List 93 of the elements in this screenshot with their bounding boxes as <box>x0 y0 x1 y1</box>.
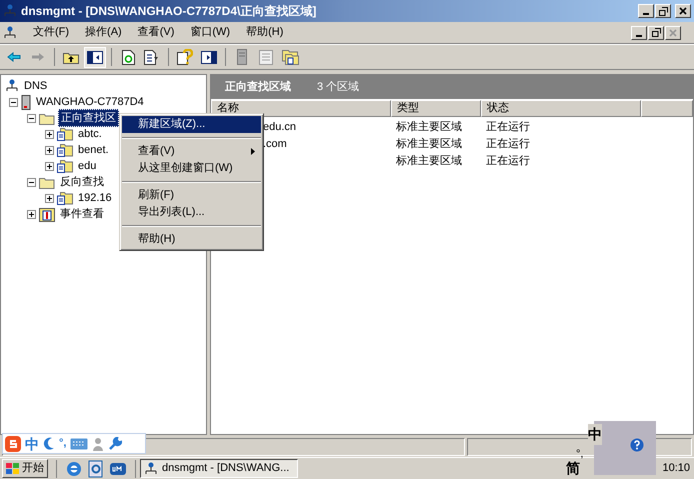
minimize-button[interactable] <box>631 26 647 40</box>
network-icon <box>144 462 158 476</box>
wrench-icon[interactable] <box>108 436 122 450</box>
expand-box[interactable] <box>45 194 54 202</box>
server-icon <box>237 49 247 65</box>
keyboard-icon[interactable] <box>70 438 88 450</box>
restore-button[interactable] <box>655 4 671 18</box>
tree-item[interactable]: WANGHAO-C7787D4 <box>34 94 146 110</box>
network-icon <box>3 4 17 18</box>
folders-icon <box>282 49 298 65</box>
tray-mode-label[interactable]: 中 <box>588 424 602 445</box>
folder-icon <box>39 176 55 188</box>
tree-item[interactable]: 正向查找区 <box>58 108 119 128</box>
minimize-button[interactable] <box>638 4 654 18</box>
collapse-box[interactable] <box>27 114 36 122</box>
start-button[interactable]: 开始 <box>2 459 48 478</box>
server-icon <box>21 94 31 110</box>
expand-box[interactable] <box>27 210 36 218</box>
pane-title: 正向查找区域 <box>225 80 291 95</box>
back-arrow-icon <box>7 52 21 62</box>
collapse-box[interactable] <box>9 98 18 106</box>
folder-document-icon <box>57 143 73 157</box>
tree-item[interactable]: 反向查找 <box>58 174 106 190</box>
browser-e-icon[interactable] <box>65 460 83 478</box>
input-mode-toggle[interactable]: 中 <box>25 436 39 450</box>
collapse-box[interactable] <box>27 178 36 186</box>
tree-item[interactable]: 事件查看 <box>58 206 106 222</box>
windows-logo-icon <box>6 462 20 474</box>
clock: 10:10 <box>662 461 691 476</box>
folder-icon <box>39 112 55 124</box>
menu-item[interactable]: 文件(F) <box>27 24 76 41</box>
menu-item[interactable]: 帮助(H) <box>240 24 290 41</box>
forward-arrow-icon <box>31 52 45 62</box>
table-cell-text: 标准主要区域 <box>395 136 463 152</box>
folder-up-icon <box>63 50 79 64</box>
window-title: dnsmgmt - [DNS\WANGHAO-C7787D4\正向查找区域] <box>21 3 318 20</box>
expand-box[interactable] <box>45 162 54 170</box>
table-cell-text: 正在运行 <box>485 154 531 170</box>
table-cell-text: 标准主要区域 <box>395 154 463 170</box>
console-tree-button[interactable] <box>84 46 106 68</box>
close-button[interactable] <box>675 4 691 18</box>
table-cell-text: 正在运行 <box>485 137 531 152</box>
context-menu-item[interactable]: 查看(V) <box>122 143 261 160</box>
taskbar-window-button[interactable]: dnsmgmt - [DNS\WANG... <box>140 459 298 478</box>
folder-document-icon <box>57 159 73 173</box>
refresh-document-icon[interactable] <box>87 460 105 478</box>
event-log-icon <box>39 206 55 222</box>
menu-item[interactable]: 操作(A) <box>79 24 128 41</box>
table-cell[interactable]: edu.cn <box>263 121 296 134</box>
restore-button[interactable] <box>648 26 664 40</box>
tree-item[interactable]: abtc. <box>76 126 104 142</box>
close-icon <box>679 7 687 15</box>
folder-document-icon <box>57 191 73 205</box>
network-icon <box>3 26 17 40</box>
notepad-icon <box>259 49 273 65</box>
tree-item[interactable]: DNS <box>22 78 50 94</box>
export-list-icon <box>144 50 160 64</box>
context-menu-item[interactable]: 从这里创建窗口(W) <box>122 160 261 177</box>
column-header[interactable]: 状态 <box>481 100 641 117</box>
help-button[interactable] <box>174 46 196 68</box>
folder-document-icon <box>57 127 73 141</box>
split-panel-icon <box>87 50 103 64</box>
context-menu-item[interactable]: 帮助(H) <box>122 231 261 248</box>
tree-item[interactable]: edu <box>76 158 98 174</box>
moon-icon[interactable] <box>43 436 55 450</box>
menu-item[interactable]: 窗口(W) <box>184 24 236 41</box>
table-cell[interactable]: .com <box>263 138 287 150</box>
minimize-icon <box>643 13 649 15</box>
menu-item[interactable]: 查看(V) <box>132 24 180 41</box>
tree-item[interactable]: 192.16 <box>76 190 114 206</box>
table-cell-text: 标准主要区域 <box>395 120 463 136</box>
zone-count: 3 个区域 <box>317 80 360 95</box>
refresh-page-icon <box>122 50 134 64</box>
restore-icon <box>658 6 668 16</box>
table-cell-text: 正在运行 <box>485 120 531 136</box>
restore-icon <box>652 28 660 37</box>
expand-box[interactable] <box>45 130 54 138</box>
context-menu-item[interactable]: 导出列表(L)... <box>122 204 261 221</box>
close-icon <box>669 28 677 36</box>
context-menu-item[interactable]: 刷新(F) <box>122 187 261 204</box>
tree-item[interactable]: benet. <box>76 142 111 158</box>
split-panel-icon <box>201 50 217 64</box>
expand-box[interactable] <box>45 146 54 154</box>
punctuation-toggle[interactable]: °, <box>59 438 66 449</box>
context-menu-item[interactable]: 新建区域(Z)... <box>122 116 261 133</box>
column-header[interactable]: 名称 <box>211 100 391 117</box>
close-button[interactable] <box>665 26 681 40</box>
help-question-icon <box>177 49 193 65</box>
minimize-icon <box>636 34 642 36</box>
network-icon <box>5 79 19 93</box>
sogou-logo-icon <box>5 436 21 452</box>
column-header[interactable]: 类型 <box>391 100 481 117</box>
help-icon[interactable] <box>630 438 644 452</box>
